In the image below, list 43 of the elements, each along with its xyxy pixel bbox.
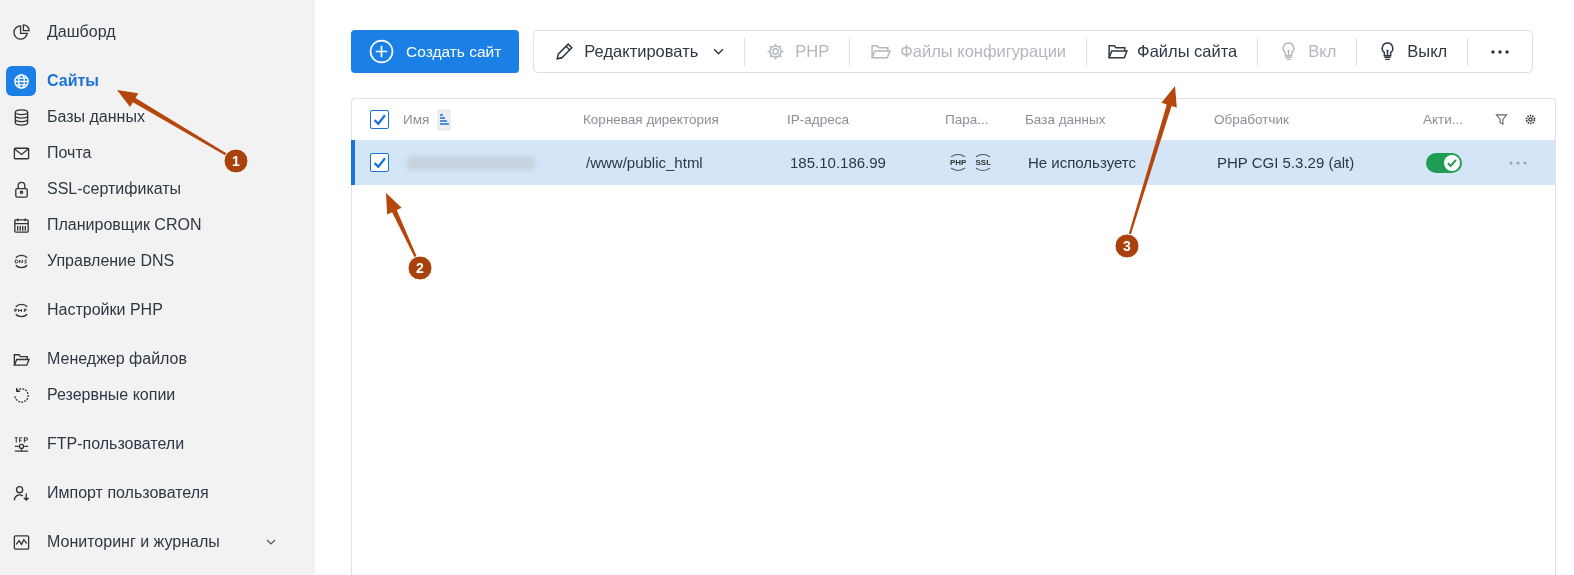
calendar-icon [11,215,31,235]
sidebar-item[interactable]: Дашборд [6,14,116,50]
sidebar-item[interactable]: Резервные копии [6,377,176,413]
row-checkbox[interactable] [369,153,389,172]
globe-icon [11,71,31,91]
filter-icon[interactable] [1495,113,1508,126]
more-dots-icon [1491,49,1510,54]
table-cell: PHP CGI 5.3.29 (alt) [1217,154,1355,171]
select-all-checkbox[interactable] [370,110,389,129]
sidebar-item[interactable]: Планировщик CRON [6,207,202,243]
create-site-button[interactable]: Создать сайт [351,30,520,73]
parameter-badge: PHP [948,154,969,171]
sidebar-item[interactable]: Импорт пользователя [6,475,209,511]
sidebar-item[interactable]: Менеджер файлов [6,341,187,377]
settings-icon[interactable] [1524,113,1537,126]
parameter-badge: SSL [973,154,993,171]
plus-circle-icon [369,39,394,64]
monitor-icon [11,532,31,552]
sidebar-item[interactable]: Управление DNS [6,243,175,279]
sidebar-item[interactable]: Базы данных [6,99,145,135]
pencil-icon [554,41,576,62]
table-cell: /www/public_html [586,154,703,171]
toolbar-button[interactable]: Файлы сайта [1087,37,1259,66]
chart-icon [11,22,31,42]
sort-icon[interactable] [437,108,452,131]
table-row[interactable]: /www/public_html 185.10.186.99 PHP SSL Не используетс PHP CGI 5.3.29 (alt) [351,140,1555,185]
sidebar-item[interactable]: FTP-пользователи [6,426,185,462]
number-badge: 2 [407,255,433,281]
sidebar-item[interactable]: SSL-сертификаты [6,171,182,207]
sidebar-item[interactable]: Почта [6,135,92,171]
table-cell: Не используетс [1028,154,1136,171]
number-badge: 3 [1114,233,1140,259]
backup-icon [11,385,31,405]
user-icon [11,483,31,503]
sidebar-item[interactable]: Настройки PHP [6,292,163,328]
sidebar-item[interactable]: Сайты [6,63,99,99]
sidebar-item[interactable]: Мониторинг и журналы [6,524,276,560]
toolbar-button[interactable]: Редактировать [534,37,746,66]
toolbar-button[interactable]: Выкл [1357,37,1469,66]
number-badge: 1 [223,148,249,174]
active-toggle[interactable] [1426,152,1462,173]
table-cell: 185.10.186.99 [790,154,886,171]
chevron-down-icon[interactable] [265,539,276,545]
